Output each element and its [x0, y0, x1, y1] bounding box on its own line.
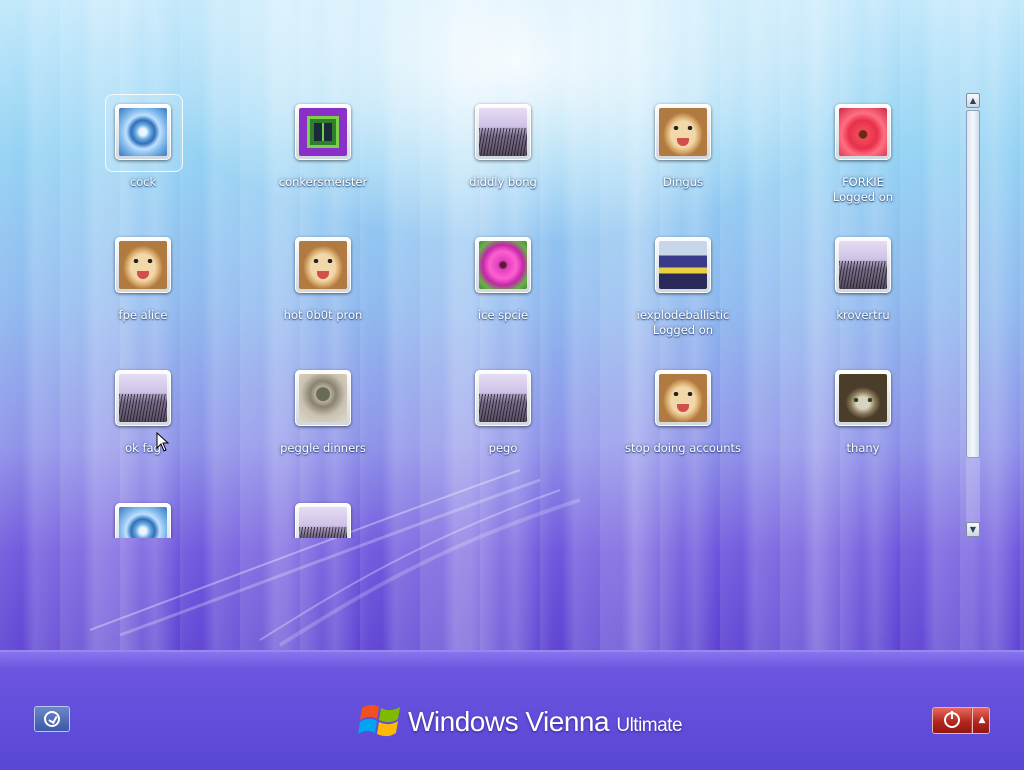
power-button-group: ▲: [932, 707, 990, 734]
power-options-arrow-icon[interactable]: ▲: [972, 708, 989, 733]
dog-picture: [659, 374, 707, 422]
user-tile-peggle-dinners[interactable]: peggle dinners: [233, 358, 413, 491]
grass-picture: [479, 374, 527, 422]
grass-picture: [479, 108, 527, 156]
fan-picture: [299, 374, 347, 422]
user-tile-iexplodeballistic[interactable]: iexplodeballistic Logged on: [593, 225, 773, 358]
user-picture-frame: [295, 237, 351, 293]
user-picture-frame: [115, 503, 171, 538]
scroll-down-arrow-icon[interactable]: ▼: [966, 522, 980, 537]
dog-picture: [659, 108, 707, 156]
mouse-cursor-icon: [156, 432, 170, 452]
chess-board-picture: [299, 108, 347, 156]
user-name: Dingus: [663, 175, 703, 189]
power-icon: [944, 711, 960, 728]
user-picture-frame: [295, 370, 351, 426]
blue-flower-picture: [119, 507, 167, 538]
user-tile-conkersmeister[interactable]: conkersmeister: [233, 92, 413, 225]
user-tile-cock[interactable]: cock: [53, 92, 233, 225]
pink-flower-picture: [479, 241, 527, 289]
user-picture-frame: [115, 237, 171, 293]
brand-edition: Ultimate: [616, 715, 683, 736]
user-name: fpe alice: [118, 308, 168, 322]
user-picture-frame: [835, 370, 891, 426]
brand-windows: Windows: [408, 706, 519, 737]
ease-of-access-icon: [44, 711, 60, 727]
user-picture-frame: [475, 237, 531, 293]
user-list-scrollbar[interactable]: ▲ ▼: [966, 93, 980, 537]
user-picture-frame: [835, 104, 891, 160]
user-name: diddly bong: [469, 175, 537, 189]
brand-name: Windows Vienna Ultimate: [408, 706, 683, 738]
user-tile-partial-1[interactable]: [53, 491, 233, 538]
windows-flag-icon: [358, 704, 400, 737]
train-picture: [659, 241, 707, 289]
scroll-up-arrow-icon[interactable]: ▲: [966, 93, 980, 108]
user-tile-dingus[interactable]: Dingus: [593, 92, 773, 225]
user-tile-krovertru[interactable]: krovertru: [773, 225, 953, 358]
user-picture-frame: [655, 237, 711, 293]
power-button[interactable]: [933, 708, 971, 733]
user-name: thany: [846, 441, 880, 455]
user-tile-ok-fag[interactable]: ok fag: [53, 358, 233, 491]
user-picture-frame: [475, 370, 531, 426]
user-name: krovertru: [836, 308, 890, 322]
grass-picture: [839, 241, 887, 289]
user-tile-hot-0b0t-pron[interactable]: hot 0b0t pron: [233, 225, 413, 358]
grass-picture: [119, 374, 167, 422]
ease-of-access-button[interactable]: [34, 706, 70, 732]
user-name: ice spcie: [477, 308, 529, 322]
user-picture-frame: [655, 104, 711, 160]
user-name: conkersmeister: [278, 175, 368, 189]
user-tile-grid: cock conkersmeister diddly bong Dingus F…: [53, 92, 953, 538]
user-name: ok fag: [125, 441, 161, 455]
user-picture-frame: [115, 370, 171, 426]
user-name: pego: [488, 441, 518, 455]
user-name: peggle dinners: [280, 441, 366, 455]
user-name-and-status: FORKIE Logged on: [773, 175, 953, 205]
grass-picture: [299, 507, 347, 538]
user-picture-frame: [295, 104, 351, 160]
user-picture-frame: [295, 503, 351, 538]
user-tile-diddly-bong[interactable]: diddly bong: [413, 92, 593, 225]
user-status: Logged on: [832, 190, 894, 204]
scrollbar-thumb[interactable]: [966, 110, 980, 458]
user-name: stop doing accounts: [624, 441, 742, 455]
user-tile-pego[interactable]: pego: [413, 358, 593, 491]
cat-picture: [839, 374, 887, 422]
user-name: iexplodeballistic: [636, 308, 730, 322]
user-tile-fpe-alice[interactable]: fpe alice: [53, 225, 233, 358]
user-tile-ice-spcie[interactable]: ice spcie: [413, 225, 593, 358]
user-tile-partial-2[interactable]: [233, 491, 413, 538]
user-status: Logged on: [652, 323, 714, 337]
user-name: hot 0b0t pron: [283, 308, 363, 322]
red-flower-picture: [839, 108, 887, 156]
blue-flower-picture: [119, 108, 167, 156]
user-tile-forkie[interactable]: FORKIE Logged on: [773, 92, 953, 225]
user-picture-frame: [655, 370, 711, 426]
user-tile-stop-doing-accounts[interactable]: stop doing accounts: [593, 358, 773, 491]
user-tile-thany[interactable]: thany: [773, 358, 953, 491]
user-picture-frame: [115, 104, 171, 160]
brand-vienna: Vienna: [525, 706, 610, 737]
user-name-and-status: iexplodeballistic Logged on: [593, 308, 773, 338]
user-picture-frame: [475, 104, 531, 160]
user-name: cock: [129, 175, 157, 189]
user-name: FORKIE: [842, 175, 884, 189]
dog-picture: [119, 241, 167, 289]
dog-picture: [299, 241, 347, 289]
user-picture-frame: [835, 237, 891, 293]
